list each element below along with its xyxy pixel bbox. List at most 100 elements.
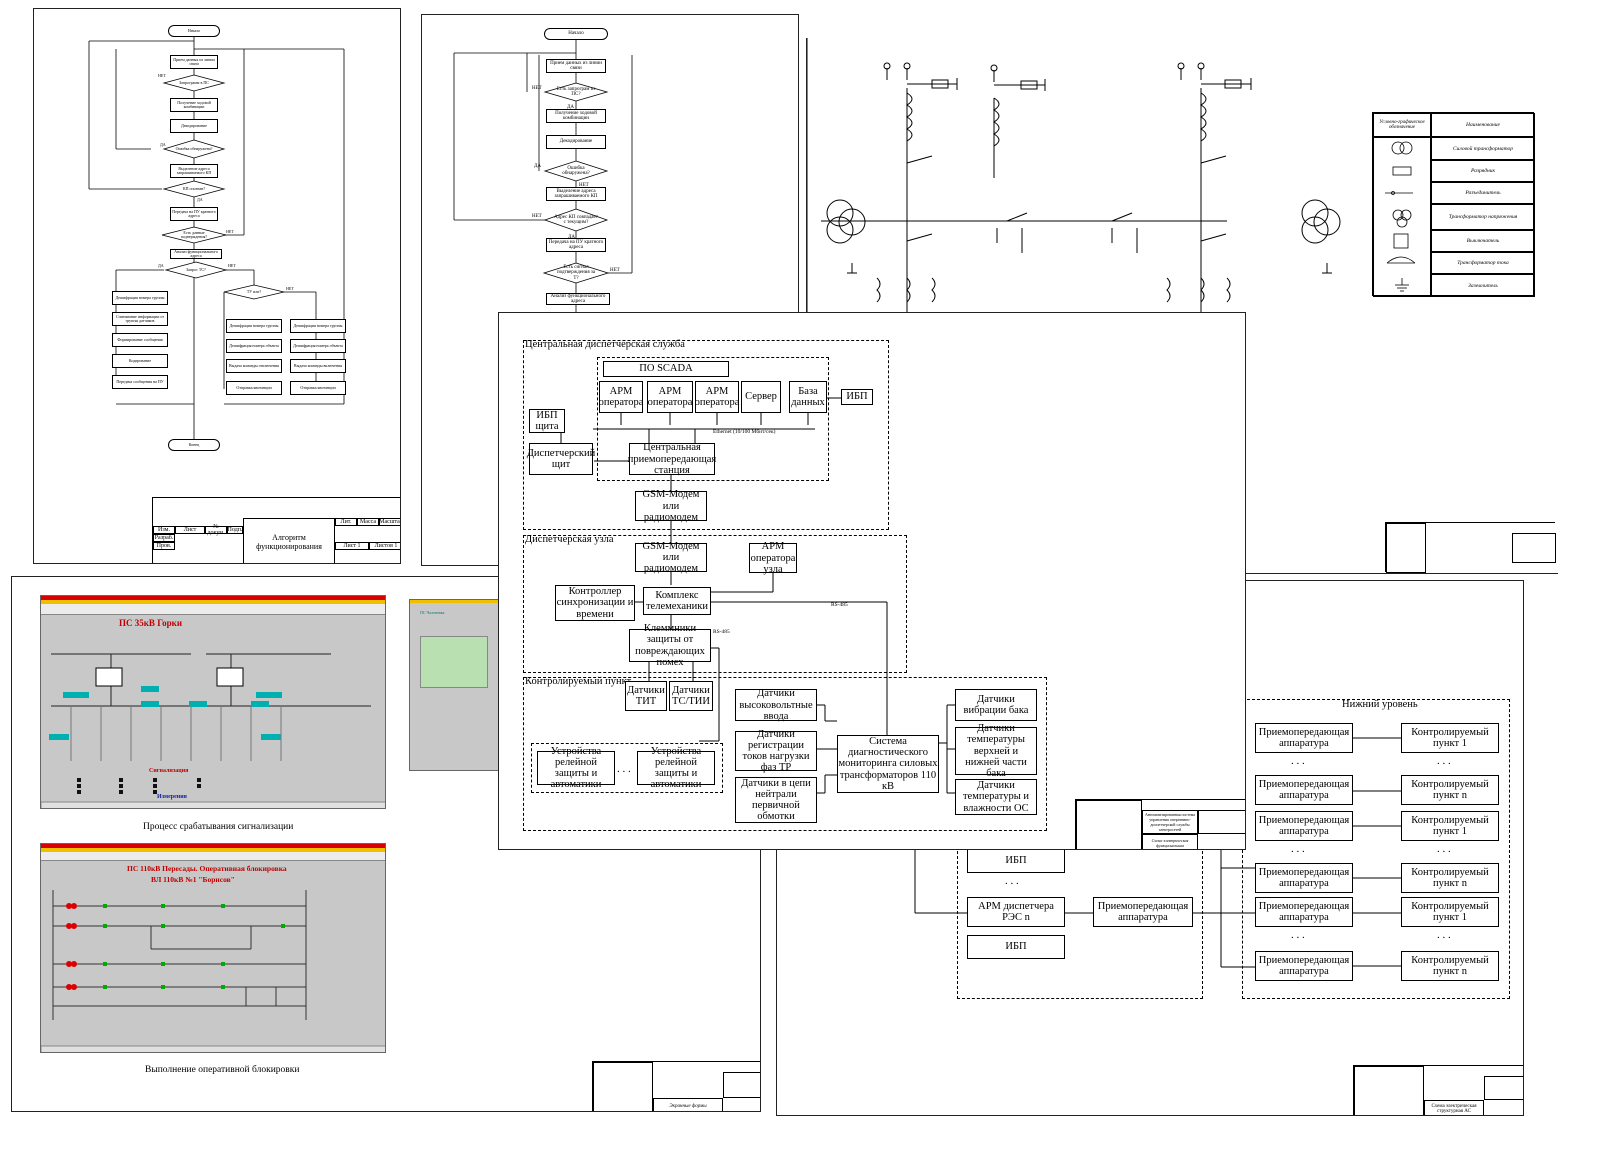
ll-cp-n-3: Контролируемый пункт n: [1401, 951, 1499, 981]
central-group-label: Центральная диспетчерская служба: [525, 339, 685, 350]
scada-screen-partial: ПС Чаленовка: [409, 599, 499, 771]
algo2-step-7: Адрес КП совпадает с текущим?: [554, 214, 598, 225]
legend-row-2: Разрядник: [1431, 160, 1535, 182]
svg-text:НЕТ: НЕТ: [532, 214, 542, 219]
ll-dots-3: . . .: [1291, 843, 1305, 855]
algo2-step-5: Ошибка обнаружена?: [562, 165, 590, 176]
server: Сервер: [741, 381, 781, 413]
dispatcher-shield: Диспетчерский щит: [527, 443, 595, 475]
algo-step-8: Передача на ПУ кратного адреса: [170, 207, 218, 221]
algo2-step-1: Прием данных из линии связи: [546, 59, 606, 73]
algo-mid-4: Отправка квитанции: [226, 381, 282, 395]
arm-operator-3: АРМ оператора: [695, 381, 739, 413]
structure-title-block: Схема электрическая структурная АС: [1353, 1065, 1523, 1115]
ll-cp-1: Контролируемый пункт 1: [1401, 723, 1499, 753]
functional-title-block: Автоматизированная система управления оп…: [1075, 799, 1245, 849]
ethernet-label: Ethernet (10/100 Мбит/сек): [713, 429, 776, 435]
ll-cp-n-2: Контролируемый пункт n: [1401, 863, 1499, 893]
gsm-modem-node: GSM-Модем или радиомодем: [635, 541, 707, 574]
scada-screen-alarm: ПС 35кВ Горки Сигнализация Измерения: [40, 595, 386, 809]
ll-transceiver-2: Приемопередающая аппаратура: [1255, 775, 1353, 805]
algo-end: Конец: [168, 439, 220, 451]
algo-mid-1: Дешифрация номера группы: [226, 319, 282, 333]
svg-text:НЕТ: НЕТ: [226, 229, 234, 234]
legend-row-5: Выключатель: [1431, 230, 1535, 252]
algorithm-connectors: НЕТ ДА ДА НЕТ ДА НЕТ НЕТ: [88, 35, 345, 449]
algo-mid-3: Выдача команды отключения: [226, 359, 282, 373]
screen3-title: ПС Чаленовка: [420, 610, 445, 615]
svg-text:ДА: ДА: [158, 263, 164, 268]
schematic-title-block: [1385, 522, 1556, 573]
screens-footer-label: Экранные формы: [653, 1098, 723, 1111]
res-dots: . . .: [1005, 875, 1019, 887]
algo-right-2: Дешифрация номера объекта: [290, 339, 346, 353]
legend-row-7: Заземлитель: [1431, 274, 1535, 297]
algo-step-6: Выделение адреса запрашиваемого КП: [170, 164, 218, 178]
structure-footer-label: Схема электрическая структурная АС: [1424, 1100, 1484, 1115]
algo-left-4: Кодирование: [112, 354, 168, 368]
functional-tb-sub: Схема электрическая функциональная: [1142, 834, 1198, 849]
algo2-step-2: Есть запрограм из ПС?: [556, 86, 596, 97]
tb-doc: № докум.: [205, 524, 227, 536]
algo-step-7: КП опознан?: [182, 185, 206, 191]
algo-step-2: Запрограмм в ПС: [179, 80, 209, 86]
screen2-caption: Выполнение оперативной блокировки: [145, 1065, 300, 1075]
legend-row-4: Трансформатор напряжения: [1431, 204, 1535, 230]
ups-central: ИБП: [841, 389, 873, 405]
algo2-step-10: Анализ функционального адреса: [546, 293, 610, 305]
screen1-caption: Процесс срабатывания сигнализации: [143, 822, 294, 832]
ll-transceiver-3: Приемопередающая аппаратура: [1255, 811, 1353, 841]
tb-prov: Пров.: [153, 542, 175, 550]
sync-controller: Контроллер синхронизации и времени: [555, 585, 635, 621]
hv-input-sensors: Датчики высоковольтные ввода: [735, 688, 817, 722]
ll-cp-n-1: Контролируемый пункт n: [1401, 775, 1499, 805]
ll-cp-3: Контролируемый пункт 1: [1401, 897, 1499, 927]
algo2-step-9: Есть сигнал подтверждения за Т?: [556, 265, 596, 281]
relay-protection-2: Устройства релейной защиты и автоматики: [637, 746, 715, 790]
tb-izm: Изм.: [153, 526, 175, 534]
neutral-sensors: Датчики в цепи нейтрали первичной обмотк…: [735, 777, 817, 823]
protection-terminals: Клеммники защиты от повреждающих помех: [629, 623, 711, 668]
ll-dots-6: . . .: [1437, 929, 1451, 941]
current-sensors: Датчики регистрации токов нагрузки фаз Т…: [735, 729, 817, 773]
algo-mid-2: Дешифрация номера объекта: [226, 339, 282, 353]
screen1-mimic: [41, 653, 385, 808]
lower-level-label: Нижний уровень: [1342, 699, 1418, 710]
gsm-modem-central: GSM-Модем или радиомодем: [635, 489, 707, 523]
res-ibp-2: ИБП: [967, 935, 1065, 959]
svg-text:НЕТ: НЕТ: [610, 268, 620, 273]
ll-cp-2: Контролируемый пункт 1: [1401, 811, 1499, 841]
algo2-step-4: Декодирование: [546, 135, 606, 149]
screen1-alarm-label: Сигнализация: [149, 768, 189, 774]
scada-screen-interlock: ПС 110кВ Пересады. Оперативная блокировк…: [40, 843, 386, 1053]
ll-dots-2: . . .: [1437, 755, 1451, 767]
tb-masshtab: Масштаб: [379, 518, 401, 526]
svg-text:НЕТ: НЕТ: [532, 86, 542, 91]
algo2-step-8: Передача на ПУ кратного адреса: [546, 238, 606, 252]
res-arm-dispatcher: АРМ диспетчера РЭС n: [967, 897, 1065, 927]
ups-shield: ИБП щита: [529, 409, 565, 433]
algo-step-10: Анализ функционального адреса: [170, 249, 222, 259]
algo-title-block: Изм. Лист № докум. Подп. Разраб. Пров. А…: [152, 497, 401, 563]
scada-software: ПО SCADA: [603, 361, 729, 377]
legend-table: Условно-графическое обозначение Наименов…: [1372, 112, 1535, 297]
legend-row-3: Разъединитель: [1431, 182, 1535, 204]
algo2-step-6: Выделение адреса запрашиваемого КП: [546, 187, 606, 201]
env-temp-sensors: Датчики температуры и влажности ОС: [955, 779, 1037, 815]
svg-text:ДА: ДА: [534, 164, 541, 169]
database: База данных: [789, 381, 827, 413]
vibration-sensors: Датчики вибрации бака: [955, 689, 1037, 721]
ll-transceiver-6: Приемопередающая аппаратура: [1255, 951, 1353, 981]
legend-symbols: [1385, 141, 1416, 292]
algo-step-9: Есть данные подверждения?: [180, 229, 208, 239]
ll-dots-5: . . .: [1291, 929, 1305, 941]
algorithm-sheet: НЕТ ДА ДА НЕТ ДА НЕТ НЕТ Начало Прием да…: [33, 8, 401, 564]
node-group-label: Диспетчерская узла: [525, 534, 614, 545]
tb-lit: Лит.: [335, 518, 357, 526]
algo2-start: Начало: [544, 28, 608, 40]
ll-transceiver-5: Приемопередающая аппаратура: [1255, 897, 1353, 927]
algo-right-3: Выдача команды включения: [290, 359, 346, 373]
ll-dots-1: . . .: [1291, 755, 1305, 767]
algo-step-5: Ошибка обнаружена?: [175, 145, 213, 151]
algo-right-4: Отправка квитанции: [290, 381, 346, 395]
